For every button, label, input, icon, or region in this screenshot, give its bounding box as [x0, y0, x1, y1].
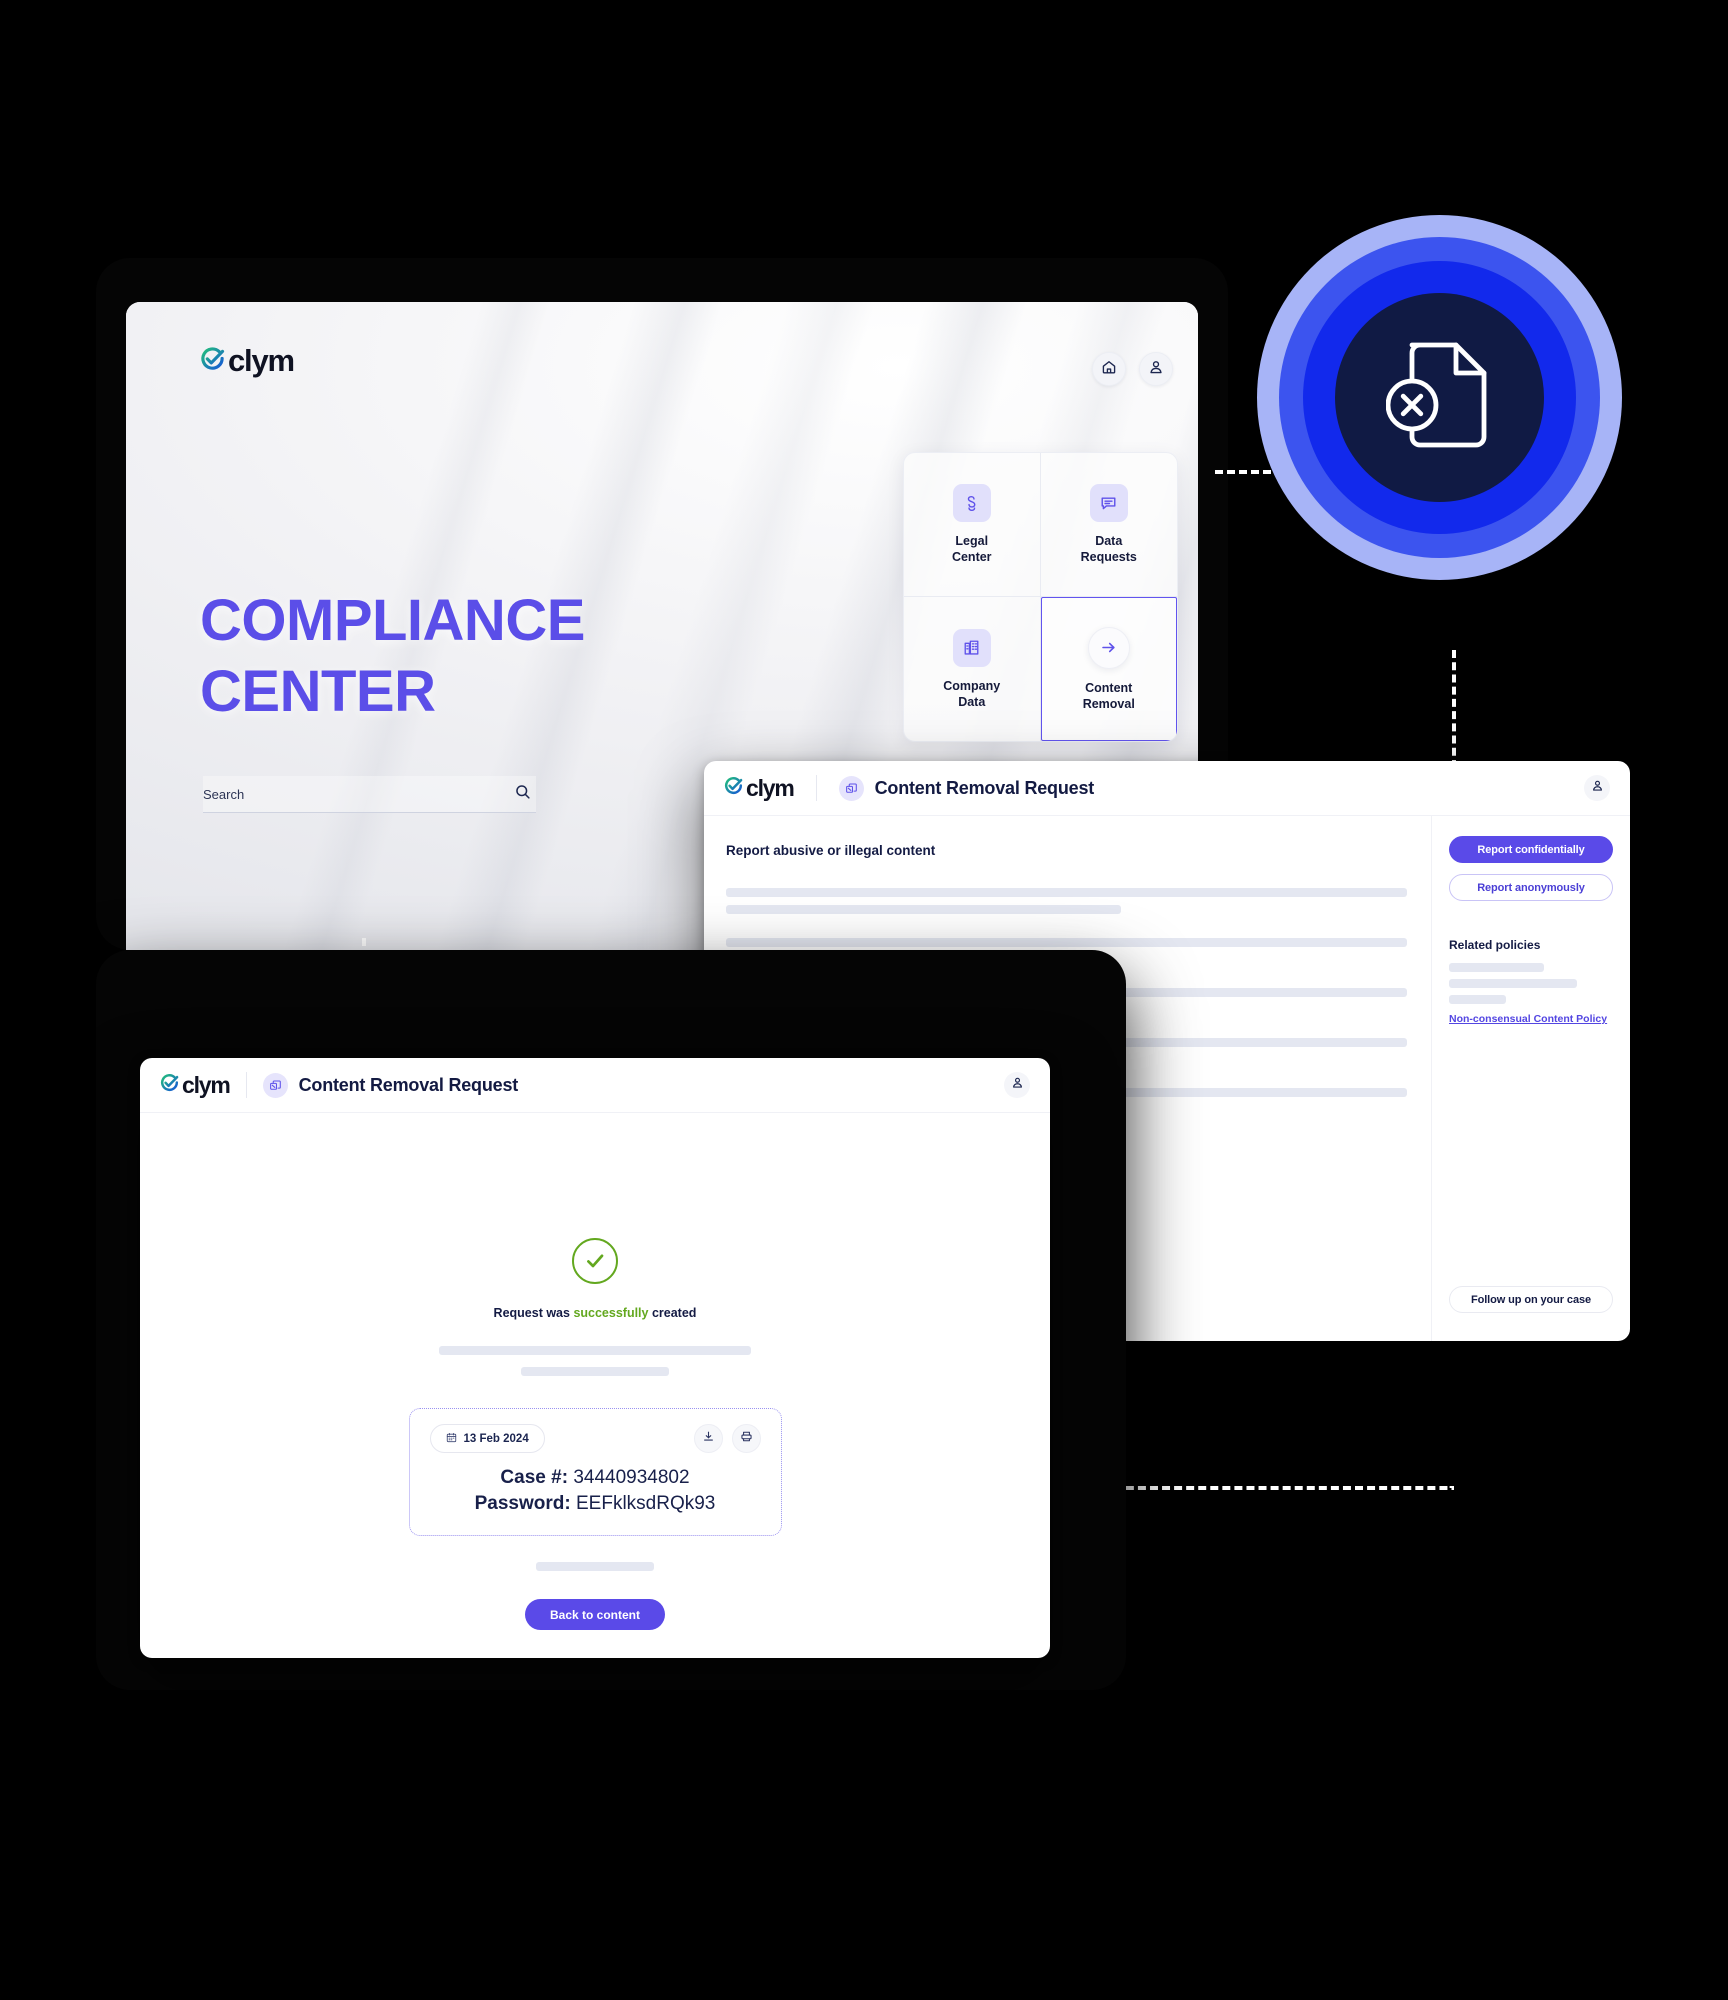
success-prefix: Request was [493, 1306, 574, 1320]
tile-label: Company Data [943, 678, 1001, 709]
print-icon [740, 1430, 753, 1448]
home-icon-button[interactable] [1092, 352, 1126, 386]
connector-dash-badge-bottom [1452, 650, 1456, 768]
clym-check-logo-icon [160, 1073, 179, 1097]
home-icon [1101, 359, 1117, 380]
section-heading: Report abusive or illegal content [726, 843, 936, 858]
clym-logo-bottom[interactable]: clym [160, 1071, 231, 1099]
policy-skeleton [1449, 979, 1577, 988]
document-remove-icon [1385, 337, 1494, 458]
page-title: COMPLIANCE CENTER [200, 586, 585, 728]
search-icon[interactable] [515, 784, 531, 805]
request-success-window: clym Content Removal Request Request was… [140, 1058, 1050, 1658]
policy-skeleton [1449, 995, 1507, 1004]
request-sidebar: Report confidentially Report anonymously… [1431, 816, 1630, 1341]
user-icon [1591, 779, 1604, 797]
building-icon [952, 628, 991, 667]
download-icon [702, 1430, 715, 1448]
case-password-value: EEFklksdRQk93 [576, 1493, 716, 1514]
body-skeleton [439, 1346, 751, 1355]
clym-check-logo-icon [200, 346, 225, 376]
section-sign-icon [952, 484, 991, 522]
case-password-label: Password: [474, 1493, 571, 1514]
search-input[interactable]: Search [203, 776, 536, 813]
case-card-toolbar: 13 Feb 2024 [429, 1424, 761, 1453]
badge-core [1335, 293, 1544, 502]
body-skeleton [521, 1367, 669, 1376]
content-removal-icon [838, 775, 864, 801]
case-details-card: 13 Feb 2024 Case #: 34440934802 Password… [408, 1408, 782, 1536]
tile-label: Data Requests [1080, 534, 1137, 564]
page-title-line-1: COMPLIANCE [200, 588, 585, 653]
clym-wordmark: clym [182, 1071, 231, 1098]
tile-legal-center[interactable]: Legal Center [904, 453, 1041, 597]
footer-skeleton [536, 1562, 654, 1571]
window-title: Content Removal Request [874, 777, 1095, 798]
tile-company-data[interactable]: Company Data [904, 597, 1041, 741]
report-confidentially-button[interactable]: Report confidentially [1449, 836, 1613, 863]
user-icon [1148, 359, 1164, 380]
arrow-right-icon [1087, 626, 1130, 669]
success-suffix: created [648, 1306, 697, 1320]
connector-dash-badge-left [1215, 470, 1271, 474]
tablet-header-actions [1092, 352, 1173, 386]
case-number-line: Case #: 34440934802 [430, 1467, 761, 1489]
clym-logo-tablet: clym [200, 343, 295, 379]
connector-dash-corner [1080, 1360, 1454, 1490]
search-placeholder: Search [203, 786, 245, 802]
clym-check-logo-icon [724, 776, 743, 800]
check-circle-icon [572, 1238, 618, 1284]
success-message: Request was successfully created [494, 1306, 697, 1320]
composition-canvas: clym COMPLIANCE CENTER Search Legal Cent… [0, 0, 1728, 2000]
case-date: 13 Feb 2024 [463, 1432, 529, 1445]
case-number-label: Case #: [500, 1467, 569, 1488]
success-highlight: successfully [573, 1306, 649, 1320]
tile-label: Content Removal [1082, 680, 1135, 711]
case-card-actions [693, 1424, 761, 1453]
user-icon-button[interactable] [1004, 1072, 1030, 1098]
back-to-content-button[interactable]: Back to content [524, 1599, 665, 1630]
related-policies-heading: Related policies [1449, 938, 1541, 952]
policy-link[interactable]: Non-consensual Content Policy [1449, 1013, 1613, 1025]
window-title: Content Removal Request [298, 1074, 519, 1095]
download-icon-button[interactable] [693, 1424, 723, 1453]
policy-skeleton [1449, 963, 1545, 972]
print-icon-button[interactable] [731, 1424, 761, 1453]
report-anonymously-button[interactable]: Report anonymously [1449, 874, 1613, 901]
follow-up-case-button[interactable]: Follow up on your case [1449, 1286, 1613, 1313]
tile-label: Legal Center [951, 534, 992, 564]
date-chip: 13 Feb 2024 [429, 1424, 545, 1453]
clym-logo-mid[interactable]: clym [724, 774, 795, 802]
calendar-icon [446, 1432, 457, 1446]
case-number-value: 34440934802 [573, 1467, 690, 1488]
user-icon-button[interactable] [1139, 352, 1173, 386]
user-icon-button[interactable] [1584, 775, 1610, 801]
tile-data-requests[interactable]: Data Requests [1040, 453, 1177, 597]
skeleton-group [726, 888, 1407, 914]
chat-bubble-icon [1089, 484, 1128, 522]
window-header: clym Content Removal Request [704, 761, 1630, 816]
clym-wordmark: clym [228, 343, 295, 378]
case-password-line: Password: EEFklksdRQk93 [430, 1493, 761, 1515]
success-body: Request was successfully created 13 Feb … [140, 1113, 1050, 1658]
window-header: clym Content Removal Request [140, 1058, 1050, 1113]
user-icon [1011, 1076, 1024, 1094]
document-removal-badge [1257, 215, 1622, 580]
header-divider [815, 775, 817, 801]
tile-content-removal[interactable]: Content Removal [1040, 597, 1177, 741]
service-tile-grid: Legal Center Data Requests Company Data … [903, 452, 1178, 742]
header-divider [245, 1072, 247, 1098]
clym-wordmark: clym [746, 774, 795, 801]
page-title-line-2: CENTER [200, 658, 436, 724]
content-removal-icon [262, 1072, 288, 1098]
